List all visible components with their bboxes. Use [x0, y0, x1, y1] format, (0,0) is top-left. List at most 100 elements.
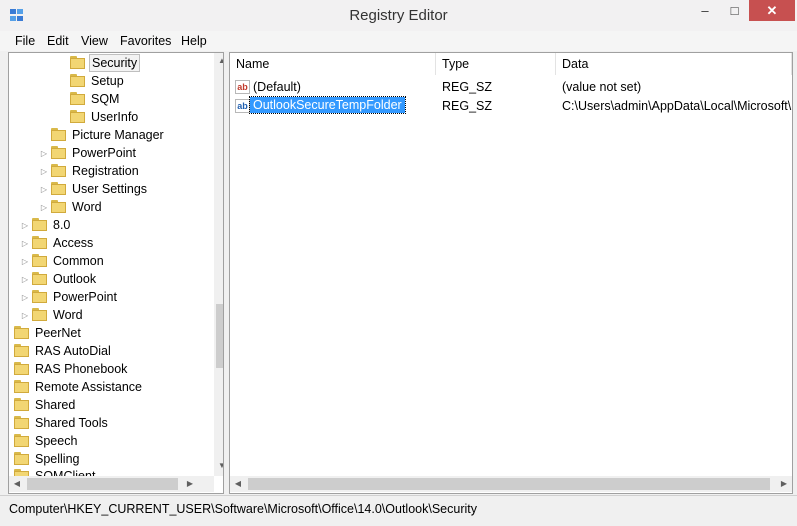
value-row[interactable]: ab (Default) REG_SZ (value not set)	[230, 78, 792, 97]
menu-favorites[interactable]: Favorites	[120, 34, 171, 48]
tree-vertical-scrollbar[interactable]: ▲ ▼	[214, 53, 223, 476]
tree-item[interactable]: ▷ Common	[20, 252, 106, 270]
tree-item[interactable]: ▷ Registration	[39, 162, 141, 180]
expand-arrow-icon[interactable]: ▷	[39, 149, 49, 158]
scroll-left-arrow-icon[interactable]: ◀	[9, 476, 25, 492]
folder-icon	[14, 416, 30, 430]
folder-icon	[51, 200, 67, 214]
folder-icon	[70, 74, 86, 88]
folder-icon	[51, 182, 67, 196]
tree-item[interactable]: Spelling	[9, 450, 81, 468]
value-data: C:\Users\admin\AppData\Local\Microsoft\	[562, 99, 792, 113]
expand-arrow-icon[interactable]: ▷	[20, 239, 30, 248]
folder-icon	[32, 308, 48, 322]
menu-file[interactable]: File	[15, 34, 35, 48]
tree-item-label: RAS AutoDial	[35, 344, 111, 358]
expand-arrow-icon[interactable]: ▷	[20, 221, 30, 230]
expand-arrow-icon[interactable]: ▷	[39, 203, 49, 212]
expand-arrow-icon[interactable]: ▷	[20, 275, 30, 284]
registry-values-list[interactable]: Name Type Data ab (Default) REG_SZ (valu…	[229, 52, 793, 494]
folder-icon	[14, 362, 30, 376]
folder-icon	[51, 164, 67, 178]
tree-item[interactable]: Security	[58, 54, 141, 72]
tree-item[interactable]: SQM	[58, 90, 121, 108]
tree-item-label: PowerPoint	[53, 290, 117, 304]
tree-vertical-scroll-thumb[interactable]	[216, 304, 223, 368]
tree-item[interactable]: ▷ 8.0	[20, 216, 72, 234]
tree-item[interactable]: Shared	[9, 396, 77, 414]
tree-item-label: Picture Manager	[72, 128, 164, 142]
tree-item[interactable]: Setup	[58, 72, 126, 90]
scroll-down-arrow-icon[interactable]: ▼	[214, 458, 223, 474]
tree-item-label: 8.0	[53, 218, 71, 232]
column-header-name[interactable]: Name	[230, 53, 436, 75]
tree-item[interactable]: ▷ PowerPoint	[39, 144, 138, 162]
tree-item[interactable]: RAS Phonebook	[9, 360, 129, 378]
tree-item-label: RAS Phonebook	[35, 362, 128, 376]
registry-key-tree[interactable]: Security Setup SQM UserInfo Picture Mana…	[8, 52, 224, 494]
scroll-right-arrow-icon[interactable]: ▶	[182, 476, 198, 492]
minimize-button[interactable]: –	[690, 0, 720, 21]
tree-item-label: Spelling	[35, 452, 80, 466]
tree-item[interactable]: Speech	[9, 432, 79, 450]
tree-item[interactable]: PeerNet	[9, 324, 83, 342]
tree-item-label: SQM	[91, 92, 120, 106]
column-header-type[interactable]: Type	[436, 53, 556, 75]
tree-item[interactable]: ▷ User Settings	[39, 180, 149, 198]
tree-item-label: Remote Assistance	[35, 380, 142, 394]
menu-help[interactable]: Help	[181, 34, 207, 48]
expand-arrow-icon[interactable]: ▷	[39, 185, 49, 194]
list-horizontal-scroll-thumb[interactable]	[248, 478, 770, 490]
menu-edit[interactable]: Edit	[47, 34, 69, 48]
list-horizontal-scrollbar[interactable]: ◀ ▶	[230, 476, 792, 492]
folder-icon	[14, 434, 30, 448]
folder-icon	[70, 56, 86, 70]
expand-arrow-icon[interactable]: ▷	[20, 293, 30, 302]
folder-icon	[32, 272, 48, 286]
folder-icon	[70, 110, 86, 124]
tree-item[interactable]: Picture Manager	[39, 126, 166, 144]
tree-item-label: Security	[89, 54, 141, 72]
value-name: (Default)	[253, 80, 301, 94]
tree-item-label: Common	[53, 254, 104, 268]
status-bar: Computer\HKEY_CURRENT_USER\Software\Micr…	[0, 495, 797, 526]
value-name: OutlookSecureTempFolder	[249, 96, 406, 114]
scroll-up-arrow-icon[interactable]: ▲	[214, 53, 223, 69]
close-button[interactable]: ✕	[749, 0, 795, 21]
tree-item-label: Access	[53, 236, 94, 250]
tree-item[interactable]: ▷ Word	[20, 306, 85, 324]
tree-item-label: Shared Tools	[35, 416, 108, 430]
menu-view[interactable]: View	[81, 34, 108, 48]
tree-item[interactable]: ▷ Access	[20, 234, 95, 252]
tree-item[interactable]: Remote Assistance	[9, 378, 144, 396]
folder-icon	[51, 146, 67, 160]
tree-item[interactable]: ▷ Word	[39, 198, 104, 216]
scroll-right-arrow-icon[interactable]: ▶	[776, 476, 792, 492]
scroll-left-arrow-icon[interactable]: ◀	[230, 476, 246, 492]
expand-arrow-icon[interactable]: ▷	[39, 167, 49, 176]
string-value-icon: ab	[235, 99, 250, 113]
folder-icon	[32, 218, 48, 232]
value-row[interactable]: ab OutlookSecureTempFolder REG_SZ C:\Use…	[230, 96, 792, 116]
folder-icon	[14, 326, 30, 340]
tree-item-label: User Settings	[72, 182, 148, 196]
tree-item[interactable]: ▷ PowerPoint	[20, 288, 119, 306]
value-type: REG_SZ	[442, 99, 493, 113]
column-header-data[interactable]: Data	[556, 53, 792, 75]
folder-icon	[14, 380, 30, 394]
title-bar: Registry Editor – □ ✕	[0, 0, 797, 32]
tree-horizontal-scroll-thumb[interactable]	[27, 478, 178, 490]
tree-item[interactable]: ▷ Outlook	[20, 270, 98, 288]
tree-item[interactable]: Shared Tools	[9, 414, 110, 432]
tree-horizontal-scrollbar[interactable]: ◀ ▶	[9, 476, 214, 492]
folder-icon	[51, 128, 67, 142]
tree-item-label: Registration	[72, 164, 139, 178]
expand-arrow-icon[interactable]: ▷	[20, 257, 30, 266]
expand-arrow-icon[interactable]: ▷	[20, 311, 30, 320]
tree-item-label: Setup	[91, 74, 124, 88]
string-value-icon: ab	[235, 80, 250, 94]
tree-item-label: Word	[72, 200, 102, 214]
tree-item[interactable]: RAS AutoDial	[9, 342, 113, 360]
tree-item[interactable]: UserInfo	[58, 108, 140, 126]
maximize-button[interactable]: □	[720, 0, 749, 21]
